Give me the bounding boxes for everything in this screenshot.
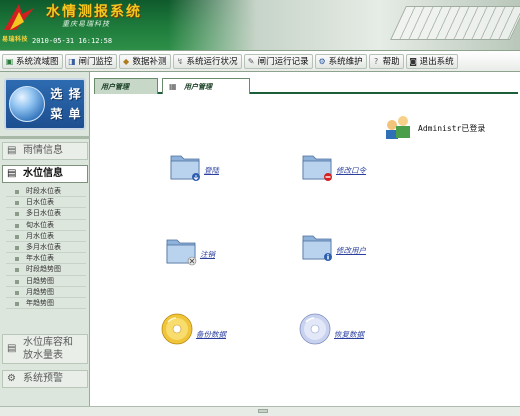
submenu-item[interactable]: 日趋势图 — [6, 276, 86, 287]
exit-icon: ◙ — [409, 56, 417, 66]
main-content: 用户管理 ▦ 用户管理 Administr 已登录 登陆 修改口令 注销 修改用… — [90, 72, 520, 406]
wrench-icon: ⚙ — [318, 56, 326, 66]
toolbar-exit-button[interactable]: ◙ 退出系统 — [405, 53, 458, 69]
change-password-action[interactable]: 修改口令 — [300, 148, 366, 182]
sidebar-category-alarm[interactable]: ⚙ 系统预警 — [2, 370, 88, 388]
toolbar-data-resurvey-button[interactable]: ◆ 数据补测 — [118, 53, 171, 69]
header-banner: 易瑞科技 水情测报系统 重庆易瑞科技 2010-05-31 16:12:58 — [0, 0, 520, 50]
submenu-item[interactable]: 年水位表 — [6, 253, 86, 265]
submenu-item[interactable]: 多月水位表 — [6, 242, 86, 254]
company-logo-icon — [4, 4, 34, 30]
cd-blue-icon — [299, 313, 331, 345]
tab-user-management[interactable]: 用户管理 — [94, 78, 158, 94]
book-icon: ▤ — [7, 145, 17, 156]
sidebar-divider — [0, 136, 90, 139]
submenu-item[interactable]: 日水位表 — [6, 197, 86, 209]
toolbar-gate-log-button[interactable]: ✎ 闸门运行记录 — [243, 53, 313, 69]
storage-label-line-2: 放水量表 — [23, 350, 63, 361]
water-level-submenu: 时段水位表 日水位表 多日水位表 旬水位表 月水位表 多月水位表 年水位表 时段… — [6, 186, 86, 310]
edit-user-action[interactable]: 修改用户 — [300, 228, 366, 262]
book-icon: ▤ — [7, 343, 17, 354]
data-icon: ◆ — [122, 56, 130, 66]
gate-icon: ◨ — [68, 56, 76, 66]
sidebar-category-water-level[interactable]: ▤ 水位信息 — [2, 165, 88, 183]
backup-data-action[interactable]: 备份数据 — [160, 312, 226, 346]
badge-line-2: 菜 单 — [50, 107, 82, 121]
user-name: Administr — [418, 123, 462, 133]
main-toolbar: ▣ 系统流域图 ◨ 闸门监控 ◆ 数据补测 ↯ 系统运行状况 ✎ 闸门运行记录 … — [0, 50, 520, 72]
keyboard-image — [390, 6, 520, 40]
login-action[interactable]: 登陆 — [168, 148, 219, 182]
badge-line-1: 选 择 — [50, 87, 82, 101]
datetime-display: 2010-05-31 16:12:58 — [32, 37, 113, 45]
toolbar-gate-monitor-button[interactable]: ◨ 闸门监控 — [64, 53, 117, 69]
folder-icon — [302, 235, 332, 261]
header-photo — [168, 0, 520, 50]
submenu-item[interactable]: 多日水位表 — [6, 208, 86, 220]
toolbar-basin-map-button[interactable]: ▣ 系统流域图 — [2, 53, 63, 69]
storage-label-line-1: 水位库容和 — [23, 337, 73, 348]
toolbar-system-status-button[interactable]: ↯ 系统运行状况 — [172, 53, 242, 69]
submenu-item[interactable]: 时段趋势图 — [6, 264, 86, 276]
user-icon — [386, 116, 410, 139]
app-title: 水情测报系统 — [46, 4, 142, 20]
restore-data-action[interactable]: 恢复数据 — [298, 312, 364, 346]
app-subtitle: 重庆易瑞科技 — [62, 20, 110, 28]
map-icon: ▣ — [5, 56, 14, 66]
tab-strip: 用户管理 ▦ 用户管理 — [94, 78, 518, 94]
toolbar-help-button[interactable]: ? 帮助 — [368, 53, 404, 69]
current-user: Administr 已登录 — [384, 114, 485, 142]
users-icon: ▦ — [169, 82, 177, 91]
logout-action[interactable]: 注销 — [164, 232, 215, 266]
submenu-item[interactable]: 月水位表 — [6, 231, 86, 242]
submenu-item[interactable]: 旬水位表 — [6, 220, 86, 231]
login-status: 已登录 — [461, 123, 486, 133]
folder-icon — [302, 155, 332, 181]
globe-icon — [9, 86, 45, 122]
submenu-item[interactable]: 年趋势图 — [6, 298, 86, 310]
select-menu-badge: 选 择 菜 单 — [4, 78, 86, 130]
folder-icon — [170, 155, 200, 181]
submenu-item[interactable]: 时段水位表 — [6, 186, 86, 198]
logo-caption: 易瑞科技 — [2, 36, 29, 43]
sidebar-category-rain[interactable]: ▤ 雨情信息 — [2, 142, 88, 160]
bottom-status-bar — [0, 406, 520, 416]
sidebar: 选 择 菜 单 ▤ 雨情信息 ▤ 水位信息 时段水位表 日水位表 多日水位表 旬… — [0, 72, 90, 406]
sidebar-category-storage-table[interactable]: ▤ 水位库容和 放水量表 — [2, 334, 88, 364]
help-icon: ? — [373, 56, 379, 66]
folder-icon — [166, 239, 197, 266]
status-icon: ↯ — [176, 56, 184, 66]
toolbar-maintenance-button[interactable]: ⚙ 系统维护 — [314, 53, 367, 69]
log-icon: ✎ — [247, 56, 255, 66]
cd-gold-icon — [161, 313, 193, 345]
submenu-item[interactable]: 月趋势图 — [6, 287, 86, 298]
tab-user-management-page[interactable]: ▦ 用户管理 — [162, 78, 250, 94]
resize-handle[interactable] — [258, 409, 268, 413]
book-icon: ▤ — [7, 168, 17, 179]
gear-icon: ⚙ — [7, 373, 16, 384]
